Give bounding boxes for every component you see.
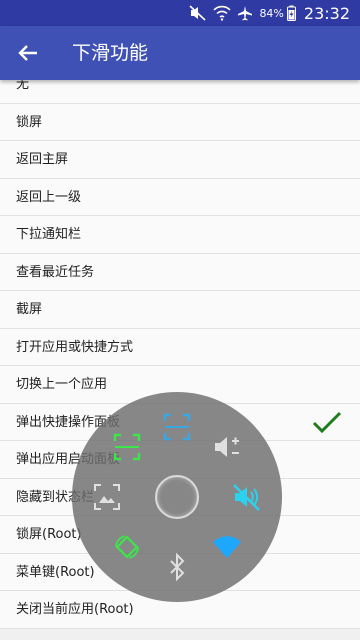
list-item[interactable]: 锁屏 — [0, 104, 360, 141]
list-item-label: 关闭当前应用(Root) — [16, 602, 134, 617]
list-item[interactable]: 截屏 — [0, 291, 360, 329]
app-bar: 下滑功能 — [0, 26, 360, 80]
panel-center-button[interactable] — [155, 475, 199, 519]
list-item-label: 截屏 — [16, 302, 43, 317]
list-item-label: 下拉通知栏 — [16, 227, 82, 242]
list-item[interactable]: 下拉通知栏 — [0, 216, 360, 254]
status-icons: 84% 23:32 — [183, 0, 350, 26]
list-item-label: 返回上一级 — [16, 189, 82, 205]
volume-adjust-icon[interactable] — [212, 432, 242, 462]
bluetooth-icon[interactable] — [162, 552, 192, 582]
screenshot-icon[interactable] — [112, 432, 142, 462]
quick-action-panel — [72, 392, 282, 602]
page-title: 下滑功能 — [72, 42, 149, 64]
list-item-label: 锁屏(Root) — [16, 527, 82, 542]
status-time: 23:32 — [303, 3, 350, 23]
list-item-label: 锁屏 — [16, 114, 43, 130]
list-item-label: 菜单键(Root) — [16, 564, 95, 580]
list-item[interactable]: 返回主屏 — [0, 141, 360, 179]
wifi-icon[interactable] — [212, 532, 242, 562]
wifi-status-icon — [213, 5, 232, 21]
airplane-mode-icon — [238, 6, 253, 21]
list-item-label: 切换上一个应用 — [16, 377, 108, 392]
battery-percent: 84% — [259, 6, 284, 20]
check-icon — [312, 411, 342, 433]
battery-charging-icon — [286, 5, 296, 21]
list-item-label: 返回主屏 — [16, 152, 69, 167]
scan-frame-icon[interactable] — [162, 412, 192, 442]
list-item[interactable]: 返回上一级 — [0, 179, 360, 216]
rotate-icon[interactable] — [112, 532, 142, 562]
list-item-label: 打开应用或快捷方式 — [16, 339, 134, 355]
list-item[interactable]: 打开应用或快捷方式 — [0, 329, 360, 366]
image-icon[interactable] — [92, 482, 122, 512]
mute-status-icon — [189, 5, 206, 21]
list-item[interactable]: 查看最近任务 — [0, 254, 360, 291]
mute-icon[interactable] — [232, 482, 262, 512]
status-bar: 84% 23:32 — [0, 0, 360, 26]
back-arrow-icon[interactable] — [14, 39, 42, 67]
list-item-label: 查看最近任务 — [16, 264, 95, 280]
